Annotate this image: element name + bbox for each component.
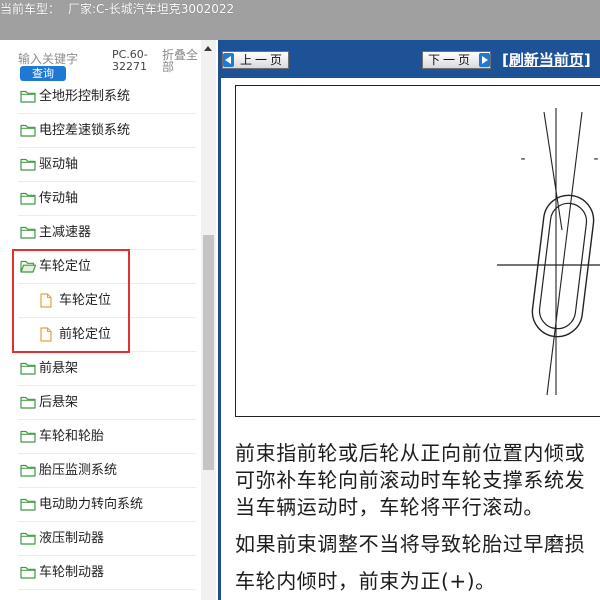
search-input[interactable] bbox=[18, 51, 104, 67]
sidebar-scrollbar[interactable] bbox=[201, 40, 216, 600]
document-icon bbox=[40, 293, 52, 308]
paragraph-line: 可弥补车轮向前滚动时车轮支撑系统发 bbox=[235, 468, 586, 492]
tree-item-label: 前悬架 bbox=[39, 361, 79, 376]
toe-in-paragraph: 车轮内倾时，前束为正(+)。 bbox=[235, 568, 600, 595]
prev-page-label: 上一页 bbox=[240, 53, 286, 67]
tree-item-label: 车轮制动器 bbox=[39, 565, 105, 580]
tree-folder-hydraulic-brakes[interactable]: 液压制动器 bbox=[18, 522, 196, 556]
scroll-up-arrow-icon[interactable] bbox=[204, 44, 213, 53]
tree-item-label: 前轮定位 bbox=[59, 327, 112, 342]
folder-icon bbox=[20, 566, 36, 579]
tree-item-label: 车轮和轮胎 bbox=[39, 429, 105, 444]
folder-icon bbox=[20, 532, 36, 545]
toe-definition-paragraph: 前束指前轮或后轮从正向前位置内倾或 可弥补车轮向前滚动时车轮支撑系统发 当车辆运… bbox=[235, 440, 600, 521]
tree-item-label: 车轮定位 bbox=[59, 293, 112, 308]
tree-folder-wheels-and-tires[interactable]: 车轮和轮胎 bbox=[18, 420, 196, 454]
minus-sign-mark: - bbox=[593, 151, 598, 167]
refresh-page-link[interactable]: [刷新当前页] bbox=[502, 50, 600, 70]
folder-icon bbox=[20, 90, 36, 103]
folder-open-icon bbox=[20, 260, 36, 273]
tree-list: 全地形控制系统 电控差速锁系统 驱动轴 传动轴 主减速器 车轮定位 车轮定位 前… bbox=[0, 88, 200, 590]
next-page-button[interactable]: 下一页 bbox=[422, 51, 491, 69]
folder-icon bbox=[20, 430, 36, 443]
wheel-diagram: - - bbox=[497, 108, 600, 396]
folder-icon bbox=[20, 192, 36, 205]
folder-icon bbox=[20, 362, 36, 375]
wheel-plane-line bbox=[546, 111, 583, 396]
current-model-value: 厂家:C-长城汽车坦克3002022 bbox=[68, 2, 235, 16]
tree-item-label: 电动助力转向系统 bbox=[39, 497, 144, 512]
scroll-thumb[interactable] bbox=[203, 235, 214, 470]
folder-icon bbox=[20, 226, 36, 239]
content-panel: 上一页 下一页 [刷新当前页] - - 前束指前轮或后轮从正向前位置内倾或 可弥… bbox=[218, 40, 600, 600]
tree-folder-wheel-brakes[interactable]: 车轮制动器 bbox=[18, 556, 196, 590]
tree-doc-front-wheel-alignment[interactable]: 前轮定位 bbox=[18, 318, 196, 352]
folder-icon bbox=[20, 498, 36, 511]
tree-folder-tire-pressure-monitoring[interactable]: 胎压监测系统 bbox=[18, 454, 196, 488]
model-header-bar: 当前车型： 厂家:C-长城汽车坦克3002022 bbox=[0, 0, 600, 40]
tree-doc-wheel-alignment[interactable]: 车轮定位 bbox=[18, 284, 196, 318]
minus-sign-mark: - bbox=[520, 151, 525, 167]
tree-folder-all-terrain-control-system[interactable]: 全地形控制系统 bbox=[18, 88, 196, 114]
tree-item-label: 驱动轴 bbox=[39, 157, 79, 172]
tree-folder-electric-power-steering[interactable]: 电动助力转向系统 bbox=[18, 488, 196, 522]
tree-item-label: 主减速器 bbox=[39, 225, 92, 240]
search-button[interactable]: 查询 bbox=[20, 66, 66, 81]
page-nav-bar: 上一页 下一页 [刷新当前页] bbox=[221, 40, 600, 78]
tree-folder-front-suspension[interactable]: 前悬架 bbox=[18, 352, 196, 386]
tree-folder-rear-suspension[interactable]: 后悬架 bbox=[18, 386, 196, 420]
folder-icon bbox=[20, 124, 36, 137]
tree-item-label: 车轮定位 bbox=[39, 259, 92, 274]
next-page-label: 下一页 bbox=[428, 53, 474, 67]
app-window: 当前车型： 厂家:C-长城汽车坦克3002022 查询 PC.60-32271 … bbox=[0, 0, 600, 600]
paragraph-line: 当车辆运动时，车轮将平行滚动。 bbox=[235, 495, 544, 519]
tree-folder-drive-shaft[interactable]: 驱动轴 bbox=[18, 148, 196, 182]
model-code: PC.60-32271 bbox=[112, 48, 148, 73]
tree-item-label: 全地形控制系统 bbox=[39, 89, 131, 104]
arrow-left-icon bbox=[223, 53, 234, 67]
tree-item-label: 液压制动器 bbox=[39, 531, 105, 546]
paragraph-line: 如果前束调整不当将导致轮胎过早磨损 bbox=[235, 532, 586, 556]
folder-icon bbox=[20, 158, 36, 171]
paragraph-line: 前束指前轮或后轮从正向前位置内倾或 bbox=[235, 441, 586, 465]
tree-item-label: 传动轴 bbox=[39, 191, 79, 206]
arrow-right-icon bbox=[479, 53, 490, 67]
folder-icon bbox=[20, 396, 36, 409]
sidebar: 查询 PC.60-32271 折叠全部 全地形控制系统 电控差速锁系统 驱动轴 bbox=[0, 40, 216, 600]
tree-folder-final-drive[interactable]: 主减速器 bbox=[18, 216, 196, 250]
tree-folder-propeller-shaft[interactable]: 传动轴 bbox=[18, 182, 196, 216]
collapse-all-button[interactable]: 折叠全部 bbox=[162, 49, 200, 73]
tree-item-label: 后悬架 bbox=[39, 395, 79, 410]
tree-view: 全地形控制系统 电控差速锁系统 驱动轴 传动轴 主减速器 车轮定位 车轮定位 前… bbox=[0, 88, 200, 600]
tree-folder-electronic-diff-lock-system[interactable]: 电控差速锁系统 bbox=[18, 114, 196, 148]
document-icon bbox=[40, 327, 52, 342]
toe-adjustment-paragraph: 如果前束调整不当将导致轮胎过早磨损 bbox=[235, 531, 600, 558]
wheel-alignment-figure: - - bbox=[235, 85, 600, 417]
current-model-label: 当前车型： bbox=[0, 2, 61, 16]
tree-item-label: 胎压监测系统 bbox=[39, 463, 118, 478]
prev-page-button[interactable]: 上一页 bbox=[222, 51, 289, 69]
tree-item-label: 电控差速锁系统 bbox=[39, 123, 131, 138]
paragraph-line: 车轮内倾时，前束为正(+)。 bbox=[235, 569, 496, 593]
folder-icon bbox=[20, 464, 36, 477]
tree-folder-wheel-alignment[interactable]: 车轮定位 bbox=[18, 250, 196, 284]
